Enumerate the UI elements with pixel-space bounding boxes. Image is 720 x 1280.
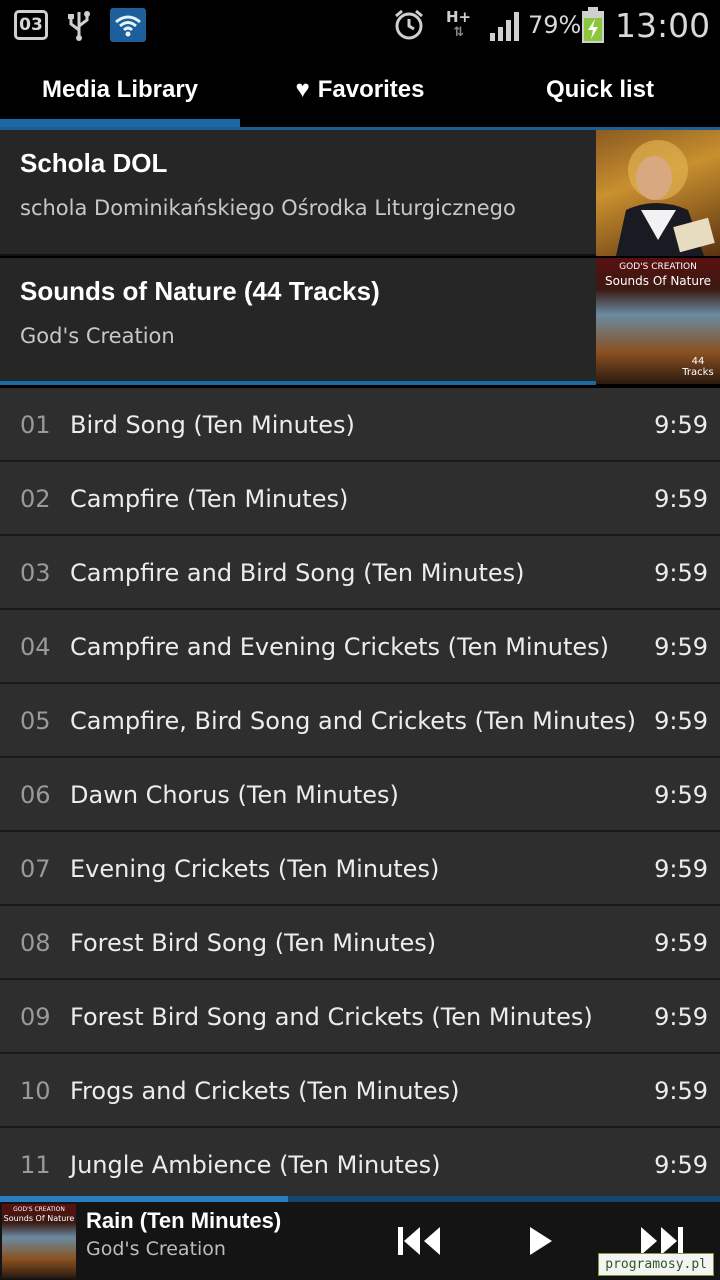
album-title: Sounds of Nature (44 Tracks) bbox=[20, 276, 380, 306]
album-artist: God's Creation bbox=[20, 324, 175, 348]
track-row[interactable]: 07 Evening Crickets (Ten Minutes) 9:59 bbox=[0, 832, 720, 904]
track-row[interactable]: 04 Campfire and Evening Crickets (Ten Min… bbox=[0, 610, 720, 682]
track-title: Bird Song (Ten Minutes) bbox=[70, 411, 355, 439]
track-title: Forest Bird Song and Crickets (Ten Minut… bbox=[70, 1003, 593, 1031]
track-list[interactable]: 01 Bird Song (Ten Minutes) 9:59 02 Campfire … bbox=[0, 388, 720, 1196]
tab-media-library-label: Media Library bbox=[41, 76, 199, 103]
tab-media-library[interactable]: Media Library bbox=[0, 50, 240, 130]
clock: 13:00 bbox=[615, 5, 711, 45]
track-number: 07 bbox=[20, 855, 51, 883]
track-title: Jungle Ambience (Ten Minutes) bbox=[70, 1151, 441, 1179]
album-art: GOD'S CREATION Sounds Of Nature 44 Track… bbox=[596, 258, 720, 384]
tab-bar: Media Library ♥ Favorites Quick list bbox=[0, 50, 720, 130]
album-art-label: GOD'S CREATION bbox=[619, 262, 697, 272]
now-playing-art[interactable]: GOD'S CREATION Sounds Of Nature bbox=[2, 1204, 76, 1278]
now-playing-bar: GOD'S CREATION Sounds Of Nature Rain (Te… bbox=[0, 1202, 720, 1280]
track-row[interactable]: 06 Dawn Chorus (Ten Minutes) 9:59 bbox=[0, 758, 720, 830]
usb-icon bbox=[66, 0, 92, 50]
album-item[interactable]: Sounds of Nature (44 Tracks) God's Creat… bbox=[0, 258, 720, 384]
track-row[interactable]: 09 Forest Bird Song and Crickets (Ten Min… bbox=[0, 980, 720, 1052]
watermark: programosy.pl bbox=[598, 1253, 714, 1276]
track-duration: 9:59 bbox=[654, 1151, 708, 1179]
album-artist: schola Dominikańskiego Ośrodka Liturgicz… bbox=[20, 196, 516, 220]
track-duration: 9:59 bbox=[654, 633, 708, 661]
play-icon bbox=[530, 1227, 552, 1255]
track-number: 01 bbox=[20, 411, 51, 439]
signal-icon bbox=[488, 0, 524, 50]
album-art-badge: 44 Tracks bbox=[682, 356, 714, 378]
track-number: 08 bbox=[20, 929, 51, 957]
now-playing-art-title: Sounds Of Nature bbox=[3, 1214, 75, 1223]
track-number: 06 bbox=[20, 781, 51, 809]
track-number: 05 bbox=[20, 707, 51, 735]
track-row[interactable]: 08 Forest Bird Song (Ten Minutes) 9:59 bbox=[0, 906, 720, 978]
track-row[interactable]: 02 Campfire (Ten Minutes) 9:59 bbox=[0, 462, 720, 534]
previous-button[interactable] bbox=[390, 1202, 450, 1280]
battery-icon bbox=[580, 0, 606, 50]
track-title: Campfire and Evening Crickets (Ten Minut… bbox=[70, 633, 610, 661]
track-number: 10 bbox=[20, 1077, 51, 1105]
album-item[interactable]: Schola DOL schola Dominikańskiego Ośrodk… bbox=[0, 130, 720, 256]
track-row[interactable]: 03 Campfire and Bird Song (Ten Minutes) 9:… bbox=[0, 536, 720, 608]
track-row[interactable]: 10 Frogs and Crickets (Ten Minutes) 9:59 bbox=[0, 1054, 720, 1126]
now-playing-art-label: GOD'S CREATION bbox=[13, 1206, 65, 1213]
track-title: Evening Crickets (Ten Minutes) bbox=[70, 855, 440, 883]
track-number: 04 bbox=[20, 633, 51, 661]
track-duration: 9:59 bbox=[654, 707, 708, 735]
track-duration: 9:59 bbox=[654, 559, 708, 587]
track-title: Forest Bird Song (Ten Minutes) bbox=[70, 929, 437, 957]
track-title: Campfire and Bird Song (Ten Minutes) bbox=[70, 559, 525, 587]
play-button[interactable] bbox=[510, 1202, 570, 1280]
now-playing-title[interactable]: Rain (Ten Minutes) bbox=[86, 1208, 281, 1234]
tab-quick-list[interactable]: Quick list bbox=[480, 50, 720, 130]
calendar-day: 03 bbox=[14, 10, 48, 40]
battery-percent: 79% bbox=[528, 11, 582, 39]
track-duration: 9:59 bbox=[654, 781, 708, 809]
now-playing-artist[interactable]: God's Creation bbox=[86, 1238, 226, 1260]
track-duration: 9:59 bbox=[654, 411, 708, 439]
album-art-title: Sounds Of Nature bbox=[604, 274, 712, 288]
track-number: 11 bbox=[20, 1151, 51, 1179]
track-row[interactable]: 01 Bird Song (Ten Minutes) 9:59 bbox=[0, 388, 720, 460]
network-icon: H+ ⇅ bbox=[446, 8, 472, 40]
previous-icon bbox=[398, 1227, 440, 1255]
tab-favorites-label: Favorites bbox=[317, 76, 425, 103]
track-title: Campfire (Ten Minutes) bbox=[70, 485, 349, 513]
album-selected-indicator bbox=[0, 381, 596, 385]
track-duration: 9:59 bbox=[654, 855, 708, 883]
track-number: 09 bbox=[20, 1003, 51, 1031]
network-type: H+ bbox=[446, 8, 472, 26]
track-title: Dawn Chorus (Ten Minutes) bbox=[70, 781, 399, 809]
track-number: 03 bbox=[20, 559, 51, 587]
track-row[interactable]: 05 Campfire, Bird Song and Crickets (Ten … bbox=[0, 684, 720, 756]
wifi-icon bbox=[110, 0, 146, 50]
track-number: 02 bbox=[20, 485, 51, 513]
calendar-icon: 03 bbox=[14, 0, 48, 50]
track-duration: 9:59 bbox=[654, 485, 708, 513]
heart-icon: ♥ bbox=[295, 76, 310, 103]
track-title: Frogs and Crickets (Ten Minutes) bbox=[70, 1077, 460, 1105]
track-row[interactable]: 11 Jungle Ambience (Ten Minutes) 9:59 bbox=[0, 1128, 720, 1196]
track-duration: 9:59 bbox=[654, 1003, 708, 1031]
alarm-icon bbox=[392, 0, 426, 50]
track-duration: 9:59 bbox=[654, 929, 708, 957]
album-art bbox=[596, 130, 720, 256]
album-title: Schola DOL bbox=[20, 148, 168, 178]
status-bar: 03 H+ ⇅ 79% 13:00 bbox=[0, 0, 720, 50]
track-title: Campfire, Bird Song and Crickets (Ten Mi… bbox=[70, 707, 637, 735]
track-duration: 9:59 bbox=[654, 1077, 708, 1105]
tab-quick-list-label: Quick list bbox=[545, 76, 655, 103]
tab-favorites[interactable]: ♥ Favorites bbox=[240, 50, 480, 130]
